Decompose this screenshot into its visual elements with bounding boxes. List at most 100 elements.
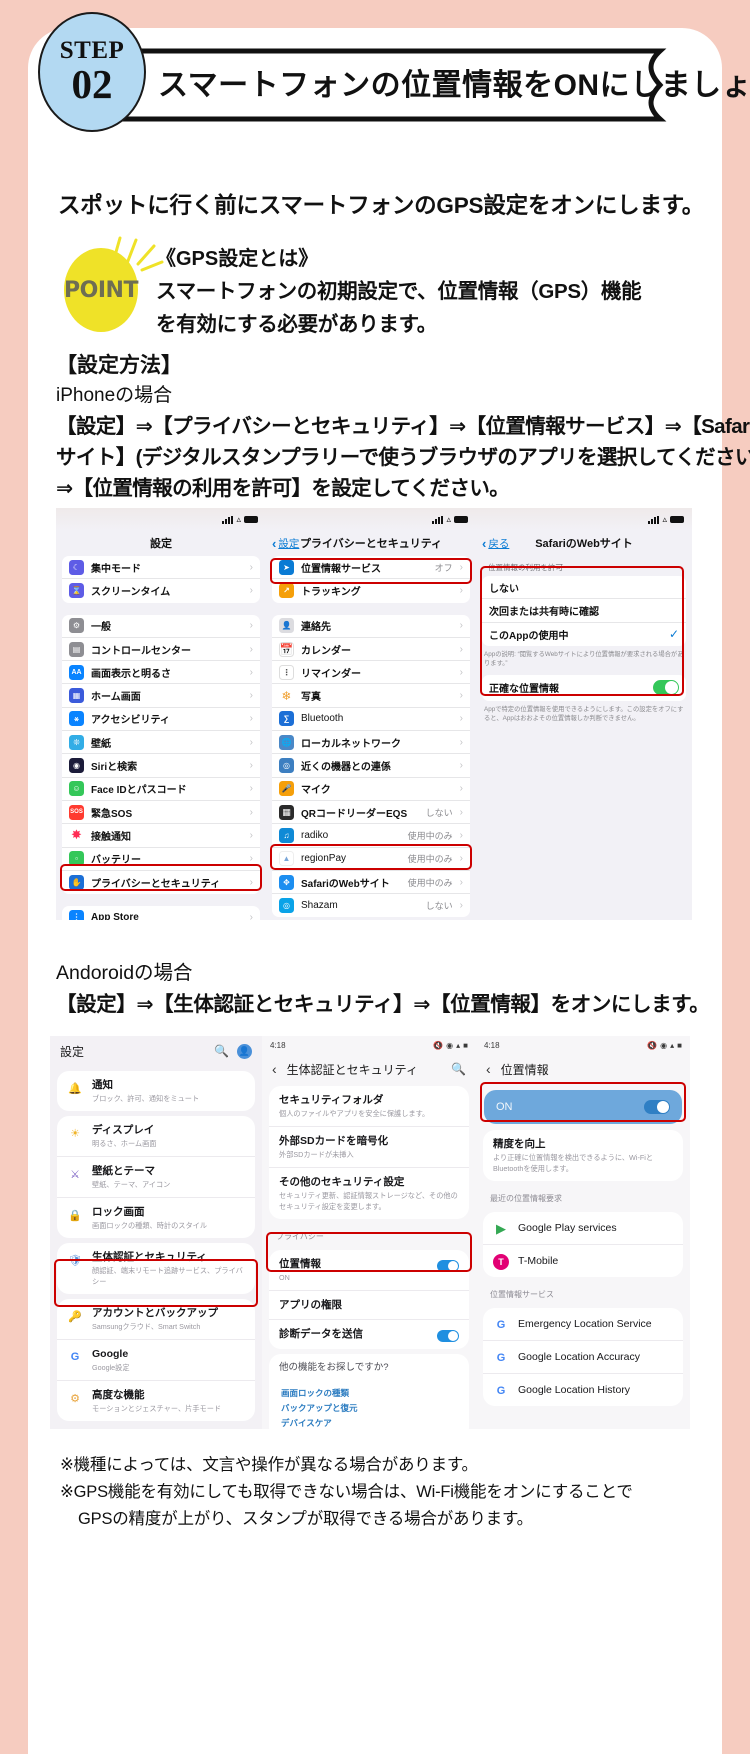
ios-status-bar: ▵ (56, 508, 266, 530)
list-item[interactable]: 🔑 アカウントとバックアップ Samsungクラウド、Smart Switch (57, 1299, 255, 1339)
list-item[interactable]: ▲ regionPay 使用中のみ › (272, 848, 470, 871)
list-item[interactable]: ◎ Shazam しない › (272, 894, 470, 917)
ios-nav-bar-3: ‹ 戻る SafariのWebサイト (476, 530, 692, 556)
location-on-bar[interactable]: ON (484, 1090, 682, 1124)
list-item[interactable]: セキュリティフォルダ 個人のファイルやアプリを安全に保護します。 (269, 1086, 469, 1126)
list-item[interactable]: ⚙ 高度な機能 モーションとジェスチャー、片手モード (57, 1380, 255, 1421)
howto-subtitle: iPhoneの場合 (56, 385, 173, 406)
list-item[interactable]: 外部SDカードを暗号化 外部SDカードが未挿入 (269, 1126, 469, 1167)
android-biometrics-pane: 4:18 🔇 ◉ ▴ ■ ‹ 生体認証とセキュリティ 🔍 セキュリティフォルダ … (262, 1036, 476, 1429)
precise-location-toggle[interactable] (653, 680, 679, 696)
list-item-label: スクリーンタイム (91, 587, 171, 599)
contacts-icon: 👤 (279, 618, 294, 634)
list-item-privacy-security[interactable]: ✋ プライバシーとセキュリティ › (62, 871, 260, 894)
list-item[interactable]: ▤ コントロールセンター › (62, 638, 260, 662)
list-item[interactable]: G Google Google設定 (57, 1339, 255, 1380)
list-item-safari-websites[interactable]: ✥ SafariのWebサイト 使用中のみ › (272, 871, 470, 895)
diagnostics-toggle[interactable] (437, 1330, 459, 1342)
list-item[interactable]: ⚹ アクセシビリティ › (62, 708, 260, 732)
option-while-using-app[interactable]: このAppの使用中 ✓ (482, 623, 686, 646)
android-card-privacy: 位置情報 ON アプリの権限 診断データを送信 (269, 1250, 469, 1349)
list-item-send-diagnostics[interactable]: 診断データを送信 (269, 1319, 469, 1349)
list-item[interactable]: 🌐 ローカルネットワーク › (272, 731, 470, 755)
list-item[interactable]: ▦ ホーム画面 › (62, 684, 260, 708)
list-item[interactable]: ☺ Face IDとパスコード › (62, 778, 260, 801)
hourglass-icon: ⌛ (69, 583, 84, 599)
battery-icon (244, 516, 258, 523)
list-item[interactable]: SOS 緊急SOS › (62, 801, 260, 825)
ios-group-appstore: ︙ App Store › (62, 906, 260, 920)
list-item[interactable]: ◎ 近くの機器との連係 › (272, 754, 470, 778)
list-item-title: 外部SDカードを暗号化 (279, 1135, 389, 1147)
qr-reader-icon: ▦ (279, 804, 294, 820)
back-arrow-icon[interactable]: ‹ (272, 1061, 277, 1077)
list-item-label: アクセシビリティ (91, 715, 170, 727)
list-item[interactable]: ⌛ スクリーンタイム › (62, 579, 260, 602)
siri-icon: ◉ (69, 758, 84, 774)
search-icon[interactable]: 🔍 (214, 1044, 229, 1058)
chevron-right-icon: › (459, 690, 463, 702)
link-lock-type[interactable]: 画面ロックの種類 (281, 1386, 457, 1401)
list-item[interactable]: ⋮ リマインダー › (272, 661, 470, 685)
chevron-left-icon: ‹ (272, 536, 277, 551)
list-item-text: アカウントとバックアップ Samsungクラウド、Smart Switch (92, 1306, 245, 1332)
step-word: STEP (59, 36, 125, 64)
list-item-label: radiko (301, 829, 329, 841)
list-item-text: 外部SDカードを暗号化 外部SDカードが未挿入 (279, 1134, 459, 1160)
list-item[interactable]: ✸ 接触通知 › (62, 824, 260, 848)
back-button[interactable]: ‹ 戻る (482, 536, 509, 551)
option-ask-next-time[interactable]: 次回または共有時に確認 (482, 599, 686, 623)
hand-privacy-icon: ✋ (69, 875, 84, 890)
android-section-privacy: プライバシー (276, 1232, 324, 1241)
aa-icon: AA (69, 664, 84, 680)
search-icon[interactable]: 🔍 (451, 1062, 466, 1076)
list-item[interactable]: 📅 カレンダー › (272, 638, 470, 662)
android-card-security: セキュリティフォルダ 個人のファイルやアプリを安全に保護します。 外部SDカード… (269, 1086, 469, 1219)
list-item-tracking[interactable]: ↗ トラッキング › (272, 579, 470, 602)
precise-location-row[interactable]: 正確な位置情報 (482, 675, 686, 701)
list-item-location[interactable]: 位置情報 ON (269, 1250, 469, 1290)
list-item[interactable]: G Google Location History (483, 1373, 683, 1406)
list-item[interactable]: 🎤 マイク › (272, 778, 470, 801)
list-item-title: 診断データを送信 (279, 1328, 363, 1340)
list-item[interactable]: ∑ Bluetooth › (272, 708, 470, 732)
list-item[interactable]: ⚙ 一般 › (62, 615, 260, 638)
location-master-toggle[interactable] (644, 1100, 670, 1114)
list-item-biometrics-security[interactable]: 🛡 生体認証とセキュリティ 顔認証、端末リモート追跡サービス、プライバシー (57, 1243, 255, 1294)
list-item[interactable]: G Google Location Accuracy (483, 1340, 683, 1373)
account-icon[interactable]: 👤 (237, 1043, 252, 1059)
location-toggle[interactable] (437, 1260, 459, 1272)
list-item[interactable]: ◉ Siriと検索 › (62, 754, 260, 778)
list-item[interactable]: ☾ 集中モード › (62, 556, 260, 580)
list-item[interactable]: ⚔ 壁紙とテーマ 壁紙、テーマ、アイコン (57, 1156, 255, 1197)
list-item[interactable]: ︙ App Store › (62, 906, 260, 920)
option-never[interactable]: しない (482, 576, 686, 600)
android-heading-block: Andoroidの場合 【設定】⇒【生体認証とセキュリティ】⇒【位置情報】をオン… (56, 958, 716, 1021)
list-item[interactable]: ▦ QRコードリーダーEQS しない › (272, 801, 470, 825)
list-item[interactable]: T T-Mobile (483, 1244, 683, 1277)
list-item[interactable]: ❊ 壁紙 › (62, 731, 260, 755)
back-arrow-icon[interactable]: ‹ (486, 1061, 491, 1077)
list-item[interactable]: 🔒 ロック画面 画面ロックの種類、時計のスタイル (57, 1197, 255, 1238)
precise-location-label: 正確な位置情報 (489, 684, 559, 696)
chevron-right-icon: › (249, 853, 253, 865)
link-backup-restore[interactable]: バックアップと復元 (281, 1401, 457, 1416)
list-item-improve-accuracy[interactable]: 精度を向上 より正確に位置情報を検出できるように、Wi-FiとBluetooth… (483, 1130, 683, 1181)
link-device-care[interactable]: デバイスケア (281, 1416, 457, 1429)
list-item[interactable]: ☀ ディスプレイ 明るさ、ホーム画面 (57, 1116, 255, 1156)
list-item[interactable]: 🔔 通知 ブロック、許可、通知をミュート (57, 1071, 255, 1111)
list-item-location-services[interactable]: ➤ 位置情報サービス オフ › (272, 556, 470, 580)
list-item[interactable]: 👤 連絡先 › (272, 615, 470, 638)
list-item[interactable]: ▶ Google Play services (483, 1212, 683, 1244)
back-button[interactable]: ‹ 設定 (272, 536, 299, 551)
list-item-app-permissions[interactable]: アプリの権限 (269, 1290, 469, 1319)
photos-icon: ❄ (279, 688, 294, 704)
list-item[interactable]: ❄ 写真 › (272, 684, 470, 708)
chevron-right-icon: › (459, 620, 463, 632)
list-item[interactable]: ▫ バッテリー › (62, 848, 260, 871)
list-item-text: 位置情報 ON (279, 1257, 428, 1283)
list-item[interactable]: ♫ radiko 使用中のみ › (272, 824, 470, 848)
list-item[interactable]: AA 画面表示と明るさ › (62, 661, 260, 685)
list-item[interactable]: G Emergency Location Service (483, 1308, 683, 1340)
list-item[interactable]: その他のセキュリティ設定 セキュリティ更新、認証情報ストレージなど、その他のセキ… (269, 1167, 469, 1219)
